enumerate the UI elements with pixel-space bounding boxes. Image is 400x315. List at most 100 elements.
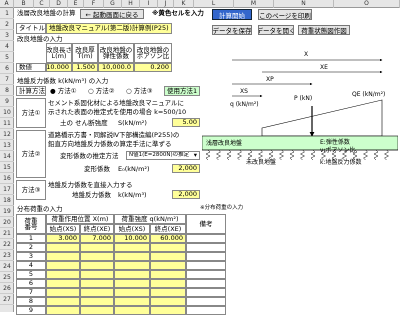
dist-row-xe[interactable]: 7.000 [80,234,114,243]
dist-row-qs[interactable] [114,297,150,306]
row-header-cell[interactable]: 6 [0,63,14,74]
row-header-cell[interactable]: 24 [0,261,14,272]
row-header-cell[interactable]: 18 [0,195,14,206]
dist-row-qs[interactable] [114,261,150,270]
row-header-cell[interactable]: 9 [0,96,14,107]
save-data-button[interactable]: データを保存 [212,25,252,35]
row-header-cell[interactable]: 13 [0,140,14,151]
dist-row-xe[interactable] [80,243,114,252]
row-header-cell[interactable]: 27 [0,294,14,305]
dist-row-note[interactable] [186,270,226,279]
row-header-cell[interactable]: 26 [0,283,14,294]
column-header-cell[interactable]: A [0,0,14,8]
dist-row-qs[interactable] [114,270,150,279]
calc-button[interactable]: 計算開始 [212,9,252,20]
column-header-cell[interactable]: O [334,0,400,8]
row-header-cell[interactable]: 7 [0,74,14,85]
dist-row-xe[interactable] [80,252,114,261]
poisson-input[interactable]: 0.200 [134,63,172,72]
dist-row-qe[interactable] [150,279,186,288]
method3-radio[interactable]: ○ 方法③ [126,88,153,95]
row-header-cell[interactable]: 19 [0,206,14,217]
dist-row-xs[interactable] [46,252,80,261]
dist-row-note[interactable] [186,234,226,243]
row-header-cell[interactable]: 12 [0,129,14,140]
load-data-button[interactable]: データを開く [258,25,294,35]
k-input[interactable]: 2,000 [172,190,200,199]
column-header-cell[interactable]: B [14,0,34,8]
row-header-cell[interactable]: 20 [0,217,14,228]
row-header-cell[interactable]: 15 [0,162,14,173]
title-input[interactable]: 地盤改良マニュアル(第二版)計算例(P25) [46,23,172,34]
column-header-cell[interactable]: E [68,0,84,8]
column-header-cell[interactable]: K [174,0,194,8]
dist-row-qs[interactable] [114,279,150,288]
row-header-cell[interactable]: 16 [0,173,14,184]
dist-row-xs[interactable] [46,243,80,252]
row-header-cell[interactable]: 17 [0,184,14,195]
column-header-cell[interactable]: M [234,0,274,8]
column-header-cell[interactable]: C [34,0,50,8]
method1-radio[interactable]: ● 方法① [50,88,77,95]
row-header-cell[interactable]: 2 [0,19,14,30]
dist-row-xe[interactable] [80,261,114,270]
row-header-cell[interactable]: 11 [0,118,14,129]
dist-row-note[interactable] [186,297,226,306]
column-header-cell[interactable]: H [122,0,140,8]
dist-row-xe[interactable] [80,306,114,315]
dist-row-qe[interactable] [150,252,186,261]
row-header-cell[interactable]: 1 [0,8,14,19]
row-header-cell[interactable]: 25 [0,272,14,283]
dist-row-qe[interactable]: 60.000 [150,234,186,243]
column-header-cell[interactable]: D [50,0,68,8]
dist-row-qs[interactable]: 10.000 [114,234,150,243]
dist-row-xs[interactable] [46,270,80,279]
dist-row-xs[interactable] [46,279,80,288]
return-button[interactable]: ← 起動画面に戻る [80,9,144,19]
dist-row-note[interactable] [186,288,226,297]
deform-method-select[interactable]: N値1(E=2800N)の推定 ▾ [126,151,200,160]
row-header-cell[interactable]: 22 [0,239,14,250]
dist-row-xe[interactable] [80,288,114,297]
dist-row-qe[interactable] [150,306,186,315]
row-header-cell[interactable]: 4 [0,41,14,52]
dist-row-qe[interactable] [150,243,186,252]
row-header-cell[interactable]: 14 [0,151,14,162]
length-input[interactable]: 10.000 [46,63,72,72]
dist-row-qs[interactable] [114,288,150,297]
row-header-cell[interactable]: 3 [0,30,14,41]
deform-input[interactable]: 2,000 [172,164,200,173]
dist-row-qs[interactable] [114,243,150,252]
dist-row-note[interactable] [186,243,226,252]
dist-row-qs[interactable] [114,252,150,261]
dist-row-qe[interactable] [150,270,186,279]
soil-input[interactable]: 5.00 [172,118,200,127]
dist-row-xs[interactable] [46,261,80,270]
dist-row-xs[interactable] [46,288,80,297]
elastic-input[interactable]: 10,000.0 [98,63,134,72]
dist-row-note[interactable] [186,261,226,270]
column-header-cell[interactable]: F [84,0,104,8]
column-header-cell[interactable]: N [274,0,334,8]
column-header-cell[interactable]: J [158,0,174,8]
load-diagram-button[interactable]: 荷重状態図作図 [298,25,350,35]
dist-row-xe[interactable] [80,270,114,279]
dist-row-xs[interactable] [46,297,80,306]
dist-row-qe[interactable] [150,261,186,270]
dist-row-note[interactable] [186,279,226,288]
column-header-cell[interactable]: I [140,0,158,8]
dist-row-qs[interactable] [114,306,150,315]
row-header-cell[interactable]: 8 [0,85,14,96]
print-button[interactable]: このページを印刷 [258,9,312,20]
dist-row-xe[interactable] [80,297,114,306]
row-header-cell[interactable]: 23 [0,250,14,261]
dist-row-note[interactable] [186,252,226,261]
row-header-cell[interactable]: 21 [0,228,14,239]
row-header-cell[interactable]: 5 [0,52,14,63]
dist-row-qe[interactable] [150,297,186,306]
row-header-cell[interactable]: 10 [0,107,14,118]
column-header-cell[interactable]: G [104,0,122,8]
method2-radio[interactable]: ○ 方法② [88,88,115,95]
dist-row-note[interactable] [186,306,226,315]
dist-row-xs[interactable] [46,306,80,315]
